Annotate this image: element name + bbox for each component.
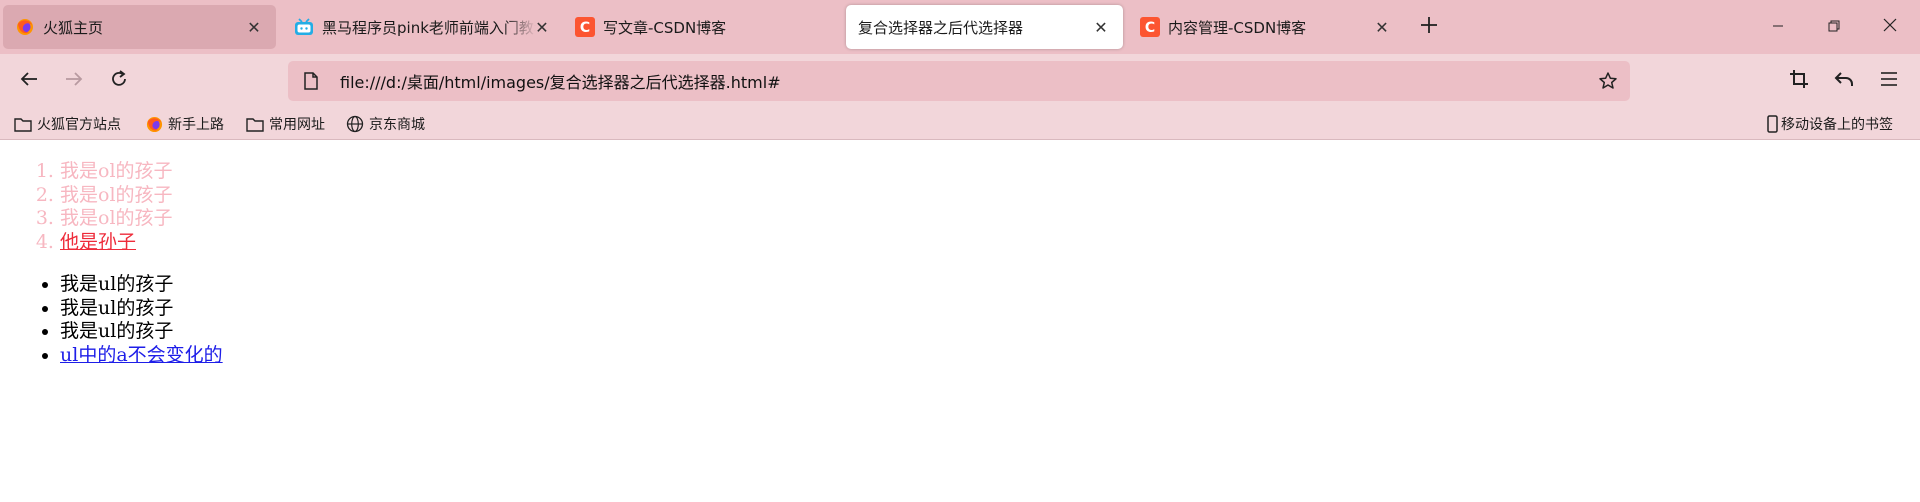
csdn-icon: C <box>575 17 595 37</box>
firefox-icon <box>145 115 163 133</box>
url-text[interactable]: file:///d:/桌面/html/images/复合选择器之后代选择器.ht… <box>340 69 781 93</box>
globe-icon <box>346 115 364 133</box>
list-item: 我是ul的孩子 <box>60 297 223 321</box>
new-tab-button[interactable] <box>1413 11 1445 43</box>
unordered-list: 我是ul的孩子 我是ul的孩子 我是ul的孩子 ul中的a不会变化的 <box>60 273 223 367</box>
arrow-right-icon <box>64 69 84 93</box>
plus-icon <box>1420 16 1438 38</box>
tab-firefox-home[interactable]: 火狐主页 ✕ <box>3 5 276 49</box>
bookmark-label: 火狐官方站点 <box>37 117 121 133</box>
tab-title: 内容管理-CSDN博客 <box>1168 18 1307 37</box>
svg-text:C: C <box>580 20 590 36</box>
hamburger-icon <box>1880 71 1898 91</box>
navigation-toolbar: file:///d:/桌面/html/images/复合选择器之后代选择器.ht… <box>0 54 1920 108</box>
bookmark-firefox-site[interactable]: 火狐官方站点 <box>14 112 121 136</box>
bookmark-label: 京东商城 <box>369 117 425 133</box>
close-icon[interactable]: ✕ <box>535 15 548 39</box>
list-item: 我是ol的孩子 <box>60 207 173 231</box>
bookmarks-toolbar: 火狐官方站点 新手上路 常用网址 京东商城 移动设备上的书签 <box>0 108 1920 140</box>
grandchild-link[interactable]: 他是孙子 <box>60 231 136 253</box>
tab-csdn-write[interactable]: C 写文章-CSDN博客 <box>563 5 839 49</box>
bookmark-getting-started[interactable]: 新手上路 <box>145 112 224 136</box>
close-window-button[interactable] <box>1867 8 1913 46</box>
bookmark-label: 新手上路 <box>168 117 224 133</box>
ordered-list: 我是ol的孩子 我是ol的孩子 我是ol的孩子 他是孙子 <box>60 160 173 254</box>
reload-icon <box>109 69 129 93</box>
tab-descendant-selector[interactable]: 复合选择器之后代选择器 ✕ <box>846 5 1123 49</box>
tab-title: 复合选择器之后代选择器 <box>858 18 1024 37</box>
arrow-left-icon <box>19 69 39 93</box>
tab-title: 黑马程序员pink老师前端入门教程 <box>322 18 536 37</box>
csdn-icon: C <box>1140 17 1160 37</box>
mobile-device-icon <box>1766 115 1778 133</box>
restore-icon <box>1828 18 1840 36</box>
close-icon[interactable]: ✕ <box>1089 15 1113 39</box>
tab-pink-tutorial[interactable]: 黑马程序员pink老师前端入门教程 ✕ <box>282 5 558 49</box>
tab-csdn-content[interactable]: C 内容管理-CSDN博客 ✕ <box>1128 5 1404 49</box>
firefox-icon <box>15 17 35 37</box>
document-icon <box>300 70 322 92</box>
close-icon[interactable]: ✕ <box>242 15 266 39</box>
list-item: 我是ol的孩子 <box>60 160 173 184</box>
close-icon <box>1883 18 1897 36</box>
tab-title: 火狐主页 <box>43 18 104 37</box>
menu-button[interactable] <box>1873 65 1905 97</box>
folder-icon <box>246 115 264 133</box>
minimize-icon <box>1772 18 1784 36</box>
list-item: 我是ul的孩子 <box>60 273 223 297</box>
mobile-bookmarks[interactable]: 移动设备上的书签 <box>1766 112 1893 136</box>
reload-button[interactable] <box>103 65 135 97</box>
forward-button[interactable] <box>58 65 90 97</box>
folder-icon <box>14 115 32 133</box>
crop-icon <box>1789 69 1809 93</box>
undo-icon <box>1834 69 1854 93</box>
list-item: 他是孙子 <box>60 231 173 255</box>
tab-strip: 火狐主页 ✕ 黑马程序员pink老师前端入门教程 ✕ C 写文章-CSDN博客 … <box>0 0 1920 54</box>
address-bar[interactable]: file:///d:/桌面/html/images/复合选择器之后代选择器.ht… <box>288 61 1630 101</box>
svg-text:C: C <box>1145 20 1155 36</box>
minimize-button[interactable] <box>1755 8 1801 46</box>
list-item: 我是ul的孩子 <box>60 320 223 344</box>
bookmark-jd-mall[interactable]: 京东商城 <box>346 112 425 136</box>
bookmark-common-sites[interactable]: 常用网址 <box>246 112 325 136</box>
bookmark-label: 移动设备上的书签 <box>1781 117 1893 133</box>
back-button[interactable] <box>13 65 45 97</box>
restore-button[interactable] <box>1811 8 1857 46</box>
bookmark-label: 常用网址 <box>269 117 325 133</box>
ul-link[interactable]: ul中的a不会变化的 <box>60 344 223 366</box>
list-item: 我是ol的孩子 <box>60 184 173 208</box>
bilibili-icon <box>294 17 314 37</box>
undo-close-button[interactable] <box>1828 65 1860 97</box>
list-item: ul中的a不会变化的 <box>60 344 223 368</box>
bookmark-star-icon[interactable] <box>1596 69 1620 93</box>
close-icon[interactable]: ✕ <box>1370 15 1394 39</box>
screenshot-button[interactable] <box>1783 65 1815 97</box>
tab-title: 写文章-CSDN博客 <box>603 18 727 37</box>
page-content: 我是ol的孩子 我是ol的孩子 我是ol的孩子 他是孙子 我是ul的孩子 我是u… <box>0 141 1920 502</box>
